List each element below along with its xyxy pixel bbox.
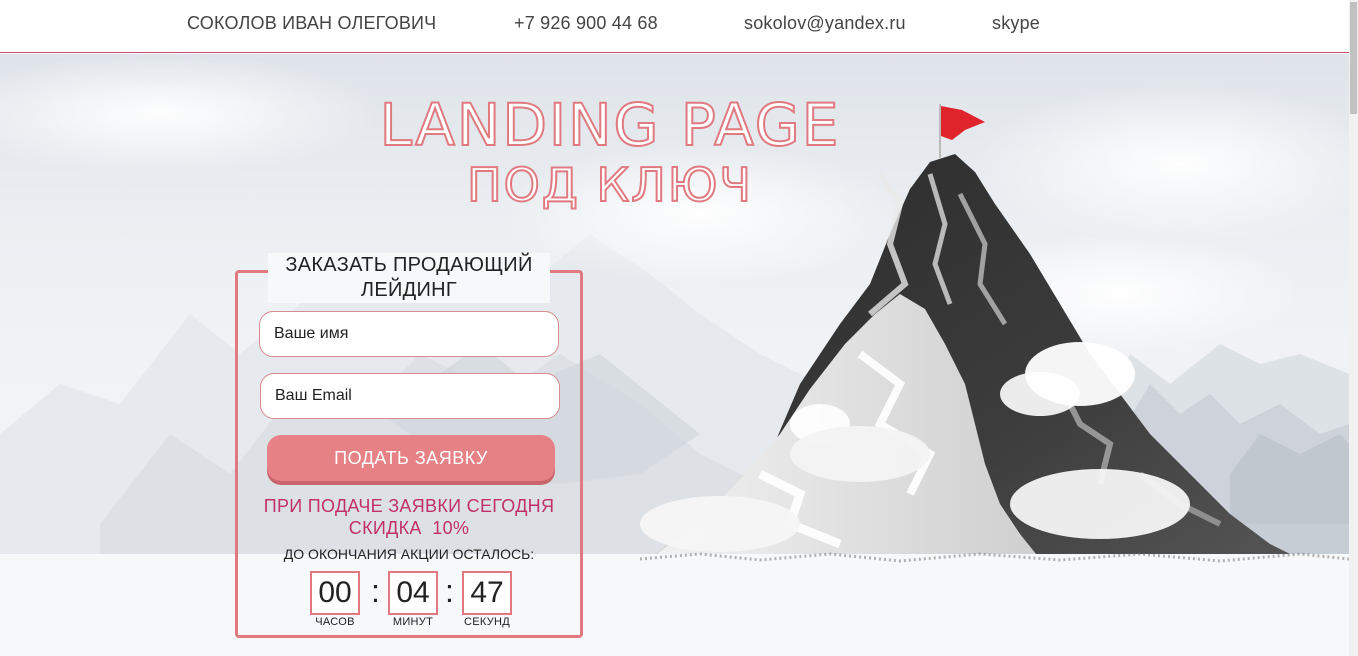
timer-seconds-label: СЕКУНД (464, 616, 510, 628)
email-input[interactable] (260, 373, 560, 419)
hero-section: LANDING PAGE ПОД КЛЮЧ ЗАКАЗАТЬ ПРОДАЮЩИЙ… (0, 54, 1349, 656)
timer-minutes-value: 04 (388, 571, 438, 615)
name-input[interactable] (259, 311, 559, 357)
timer-separator: : (445, 573, 454, 609)
contact-name: СОКОЛОВ ИВАН ОЛЕГОВИЧ (187, 13, 437, 33)
contact-skype-link[interactable]: skype (992, 13, 1040, 34)
timer-separator: : (371, 573, 380, 609)
contact-phone-link[interactable]: +7 926 900 44 68 (514, 13, 658, 34)
page-scrollbar[interactable] (1349, 0, 1358, 656)
promo-line1: ПРИ ПОДАЧЕ ЗАЯВКИ СЕГОДНЯ (263, 496, 555, 516)
order-form: ЗАКАЗАТЬ ПРОДАЮЩИЙ ЛЕЙДИНГ ПОДАТЬ ЗАЯВКУ… (235, 253, 583, 638)
timer-hours: 00 ЧАСОВ (310, 571, 360, 628)
hero-title: LANDING PAGE ПОД КЛЮЧ (300, 91, 920, 212)
promo-text: ПРИ ПОДАЧЕ ЗАЯВКИ СЕГОДНЯ СКИДКА 10% (238, 495, 580, 539)
hero-title-line1: LANDING PAGE (379, 91, 841, 159)
promo-line2: СКИДКА 10% (348, 518, 470, 538)
countdown-label: ДО ОКОНЧАНИЯ АКЦИИ ОСТАЛОСЬ: (283, 546, 535, 562)
landing-page: СОКОЛОВ ИВАН ОЛЕГОВИЧ +7 926 900 44 68 s… (0, 0, 1358, 656)
timer-hours-value: 00 (310, 571, 360, 615)
submit-request-button[interactable]: ПОДАТЬ ЗАЯВКУ (267, 435, 555, 481)
timer-minutes-label: МИНУТ (392, 616, 434, 628)
timer-seconds-value: 47 (462, 571, 512, 615)
scrollbar-thumb[interactable] (1350, 2, 1357, 114)
form-title: ЗАКАЗАТЬ ПРОДАЮЩИЙ ЛЕЙДИНГ (268, 253, 550, 303)
contact-email-link[interactable]: sokolov@yandex.ru (744, 13, 906, 34)
hero-title-line2: ПОД КЛЮЧ (466, 157, 753, 212)
timer-hours-label: ЧАСОВ (315, 616, 355, 628)
top-contact-bar: СОКОЛОВ ИВАН ОЛЕГОВИЧ +7 926 900 44 68 s… (0, 0, 1349, 53)
timer-minutes: 04 МИНУТ (388, 571, 438, 628)
timer-seconds: 47 СЕКУНД (462, 571, 512, 628)
